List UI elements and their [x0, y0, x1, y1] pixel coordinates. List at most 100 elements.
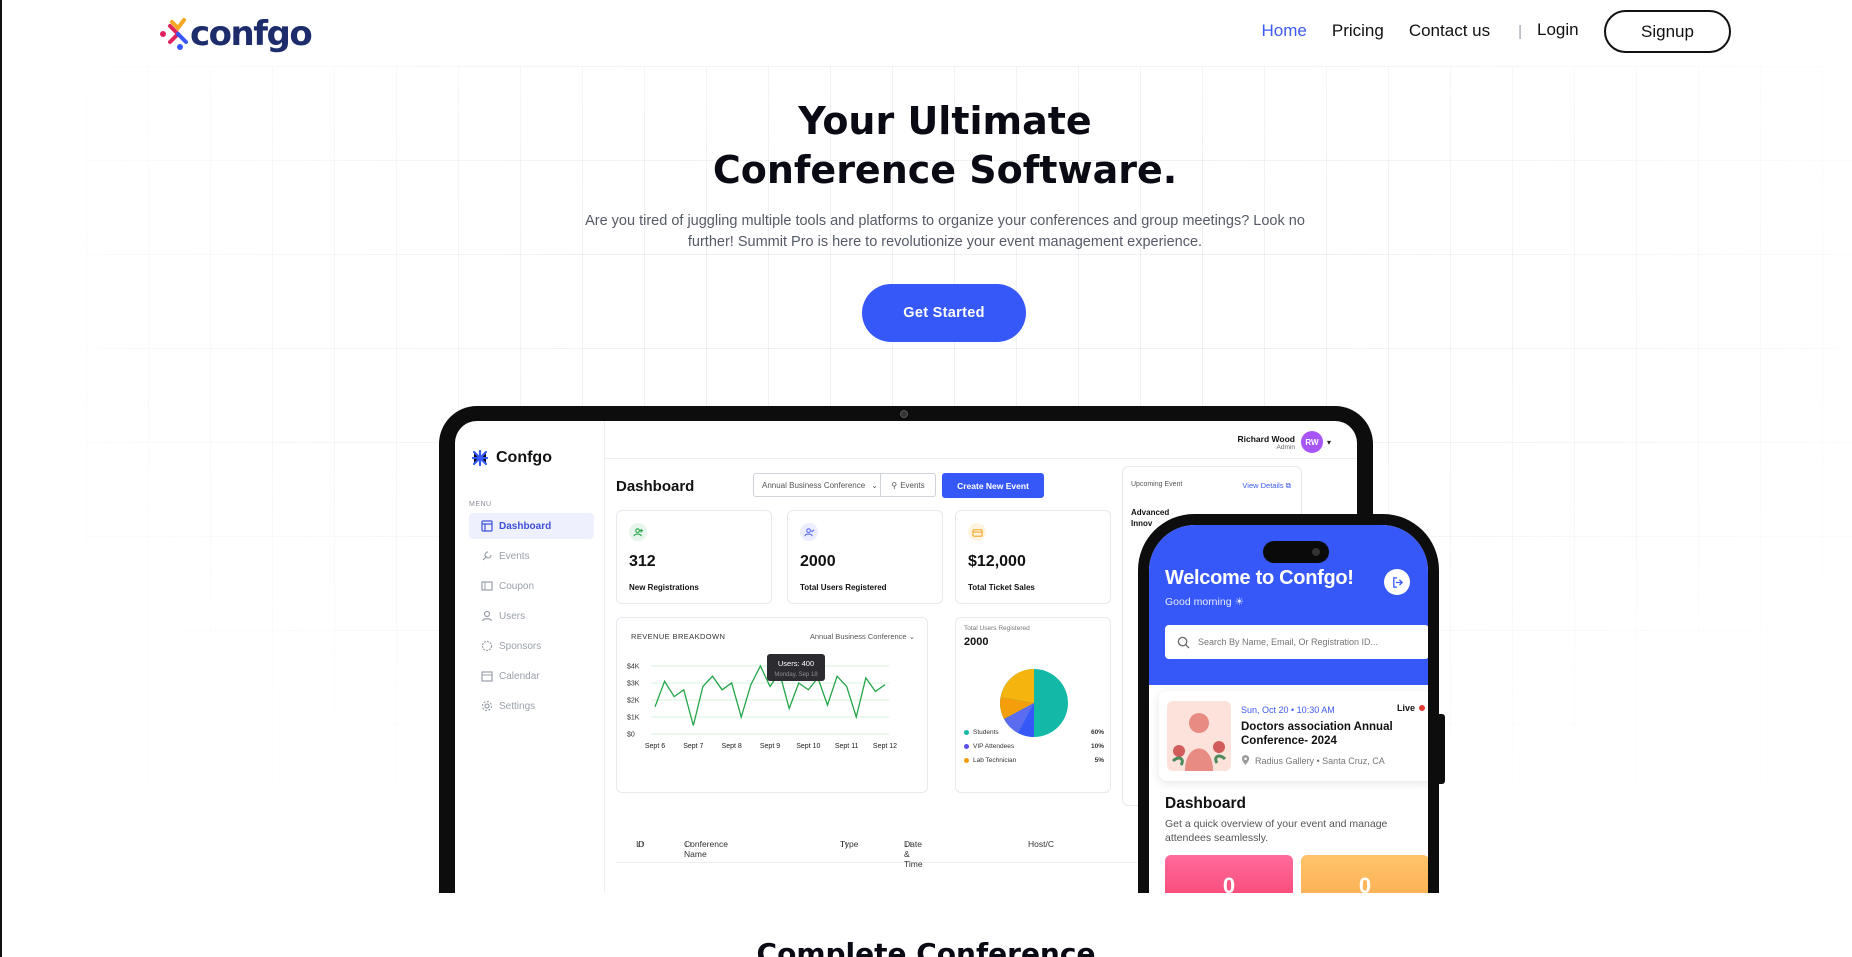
sidebar-item-events[interactable]: Events	[469, 543, 594, 569]
wrench-icon	[482, 551, 492, 561]
confgo-mark-icon	[471, 449, 489, 467]
users-pie-card: Total Users Registered 2000 Students 60%	[955, 617, 1111, 793]
create-new-event-button[interactable]: Create New Event	[942, 473, 1044, 498]
location-pin-icon	[1241, 755, 1250, 765]
phone-stat-tile-orange[interactable]: 0	[1301, 855, 1428, 893]
event-name: Doctors association Annual Conference- 2…	[1241, 721, 1393, 747]
sidebar-item-sponsors[interactable]: Sponsors	[469, 633, 594, 659]
phone-search-bar[interactable]	[1165, 625, 1428, 659]
y-tick-label: $2K	[627, 698, 640, 705]
user-icon	[481, 610, 493, 622]
legend-label: Students	[973, 729, 999, 736]
y-tick-label: $3K	[627, 681, 640, 688]
pie-title: Total Users Registered	[964, 625, 1030, 632]
sidebar-brand[interactable]: Confgo	[471, 449, 552, 467]
phone-screen: Welcome to Confgo! Good morning ☀ Search…	[1149, 525, 1428, 893]
legend-label: Lab Technician	[973, 757, 1017, 764]
x-tick-label: Sept 11	[835, 743, 859, 750]
sidebar-item-settings[interactable]: Settings	[469, 693, 594, 719]
gear-icon	[481, 700, 493, 712]
nav-links: Home Pricing Contact us |	[1237, 20, 1523, 42]
legend-percent: 5%	[1094, 757, 1104, 764]
hero-title-line-2: Conference Software.	[712, 148, 1178, 192]
pie-legend-item: Students 60%	[964, 729, 1104, 736]
sidebar-menu-label: MENU	[469, 501, 492, 508]
sidebar-item-label: Settings	[499, 700, 536, 712]
stat-card-users: 2000 Total Users Registered	[787, 510, 943, 604]
sort-icon: ↓↑	[904, 839, 913, 849]
phone-dashboard-title: Dashboard	[1165, 795, 1246, 812]
logout-icon[interactable]	[1384, 569, 1410, 595]
sidebar-item-calendar[interactable]: Calendar	[469, 663, 594, 689]
signup-button[interactable]: Signup	[1604, 10, 1731, 53]
conference-select[interactable]: Annual Business Conference ⌄	[753, 473, 881, 497]
sidebar-item-label: Coupon	[499, 580, 535, 592]
dashboard-sidebar: Confgo MENU Dashboard Events Coupon User…	[455, 421, 605, 893]
external-link-icon: ⧉	[1285, 481, 1291, 490]
sidebar-item-label: Calendar	[499, 670, 540, 682]
sort-icon: ↓↑	[636, 839, 645, 849]
sidebar-item-users[interactable]: Users	[469, 603, 594, 629]
wrench-icon: ⚲	[891, 480, 898, 490]
stat-value: 2000	[800, 553, 836, 570]
view-details-link[interactable]: View Details ⧉	[1242, 481, 1291, 491]
stat-card-sales: $12,000 Total Ticket Sales	[955, 510, 1111, 604]
nav-contact-link[interactable]: Contact us	[1409, 20, 1490, 42]
hero-title: Your Ultimate Conference Software.	[0, 97, 1852, 195]
user-plus-icon	[629, 523, 647, 541]
nav-home-link[interactable]: Home	[1262, 20, 1307, 42]
pie-legend-item: Lab Technician 5%	[964, 757, 1104, 764]
phone-side-button	[1439, 714, 1445, 784]
revenue-line-chart: $0 $1K $2K $3K $4K Sept 6 Sept 7 Sept 8 Sept 9 Se…	[627, 654, 897, 750]
view-details-label: View Details	[1242, 481, 1284, 490]
phone-search-input[interactable]	[1198, 637, 1418, 647]
sidebar-item-label: Users	[499, 610, 526, 622]
sidebar-item-dashboard[interactable]: Dashboard	[469, 513, 594, 539]
nav-pricing-link[interactable]: Pricing	[1332, 20, 1384, 42]
sidebar-brand-name: Confgo	[496, 449, 552, 466]
stat-label: Total Users Registered	[800, 583, 887, 592]
sort-icon: ↓↑	[684, 839, 693, 849]
phone-header: Welcome to Confgo! Good morning ☀	[1149, 525, 1428, 685]
avatar[interactable]: RW	[1300, 431, 1323, 453]
events-button[interactable]: ⚲ Events	[880, 473, 936, 497]
legend-percent: 10%	[1090, 743, 1104, 750]
legend-label: VIP Attendees	[973, 743, 1015, 750]
login-link[interactable]: Login	[1537, 20, 1579, 40]
stat-label: Total Ticket Sales	[968, 583, 1035, 592]
live-badge: Live	[1397, 703, 1425, 713]
confgo-logo[interactable]: confgo	[158, 16, 313, 52]
chevron-down-icon: ⌄	[871, 480, 878, 490]
stat-label: New Registrations	[629, 583, 699, 592]
badge-icon	[481, 640, 493, 652]
phone-event-card[interactable]: Sun, Oct 20 • 10:30 AM Live Doctors asso…	[1159, 691, 1428, 781]
stat-value: 312	[629, 553, 656, 570]
event-location: Radius Gallery • Santa Cruz, CA	[1241, 755, 1385, 766]
coupon-icon	[481, 581, 493, 591]
x-tick-label: Sept 12	[873, 743, 897, 750]
chevron-down-icon[interactable]: ▾	[1327, 438, 1331, 447]
tooltip-value: Users: 400	[778, 659, 814, 668]
search-icon	[1177, 636, 1190, 649]
user-check-icon	[800, 523, 818, 541]
phone-mockup: Welcome to Confgo! Good morning ☀ Search…	[1138, 514, 1445, 893]
section-title: Complete Conference	[756, 937, 1096, 957]
dashboard-title: Dashboard	[616, 478, 695, 495]
get-started-button[interactable]: Get Started	[862, 284, 1026, 342]
user-names: Richard Wood Admin	[1238, 434, 1295, 451]
calendar-icon	[481, 671, 493, 682]
y-tick-label: $4K	[627, 664, 640, 671]
user-menu[interactable]: Richard Wood Admin RW ▾	[1238, 431, 1331, 453]
stat-value: $12,000	[968, 553, 1026, 570]
event-location-text: Radius Gallery • Santa Cruz, CA	[1255, 755, 1385, 766]
x-tick-label: Sept 8	[722, 743, 742, 750]
phone-dashboard-subtitle: Get a quick overview of your event and m…	[1165, 818, 1388, 844]
sidebar-item-coupon[interactable]: Coupon	[469, 573, 594, 599]
legend-dot	[964, 730, 969, 735]
hero-title-line-1: Your Ultimate	[798, 99, 1092, 143]
pie-total: 2000	[964, 636, 989, 648]
phone-stat-tile-pink[interactable]: 0	[1165, 855, 1293, 893]
legend-percent: 60%	[1090, 729, 1104, 736]
chart-tooltip: Users: 400 Monday, Sep 18	[767, 654, 825, 681]
live-label: Live	[1396, 703, 1415, 713]
